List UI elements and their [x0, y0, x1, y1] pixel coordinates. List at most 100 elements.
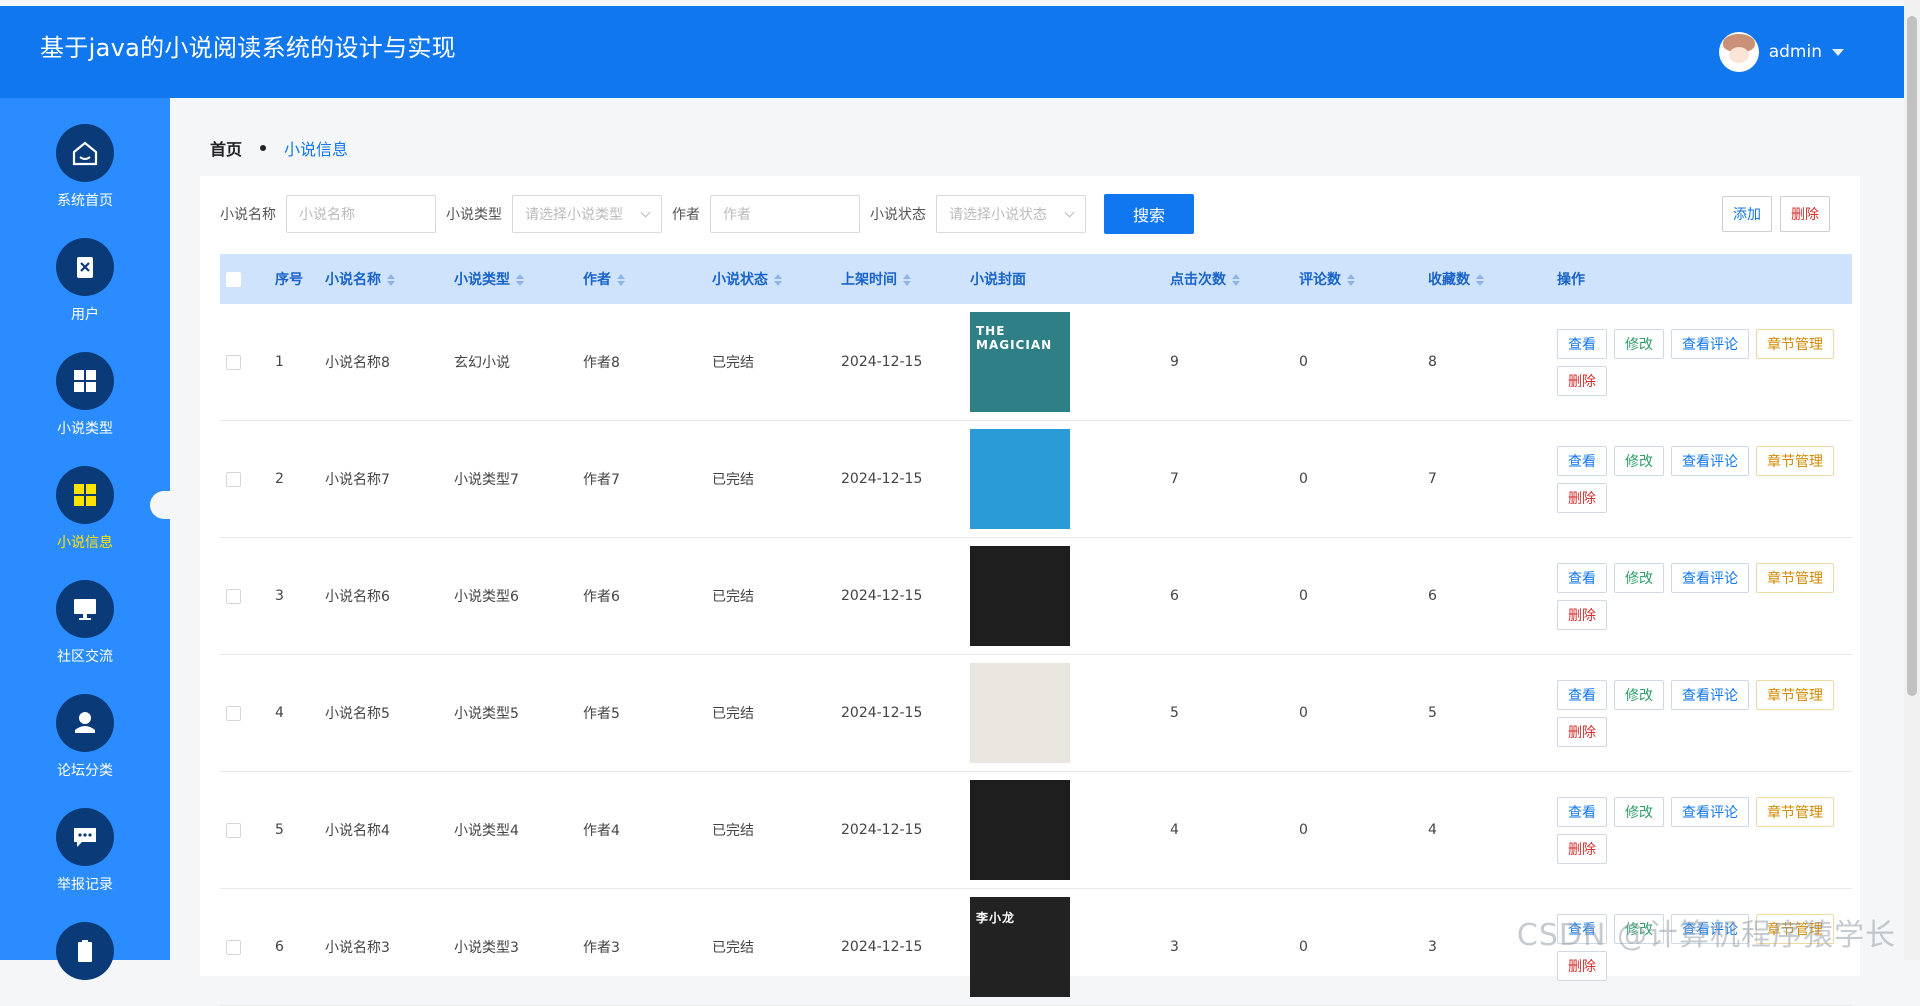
novel-name-input[interactable]: 小说名称 [286, 195, 436, 233]
edit-button[interactable]: 修改 [1614, 796, 1664, 827]
view-comments-button[interactable]: 查看评论 [1671, 679, 1749, 710]
sidebar-item-home[interactable]: 系统首页 [0, 124, 170, 210]
click-count: 5 [1170, 654, 1299, 772]
novel-name: 小说名称6 [325, 537, 454, 655]
filter-label-type: 小说类型 [446, 207, 502, 223]
novel-status-select[interactable]: 请选择小说状态 [936, 195, 1086, 233]
sidebar-item-label: 系统首页 [57, 193, 113, 209]
sort-icon[interactable] [387, 274, 395, 286]
row-index: 5 [275, 771, 325, 889]
select-all-checkbox[interactable] [226, 271, 241, 287]
comment-count: 0 [1299, 537, 1428, 655]
novel-author: 作者8 [583, 304, 712, 421]
comment-count: 0 [1299, 888, 1428, 1006]
sidebar-item-novel-info[interactable]: 小说信息 [0, 466, 170, 552]
row-checkbox[interactable] [226, 588, 241, 604]
sort-icon[interactable] [774, 274, 782, 286]
chevron-down-icon [1064, 207, 1075, 217]
sidebar-item-label: 小说类型 [57, 421, 113, 437]
column-header: 小说封面 [970, 272, 1026, 288]
table-header-row: 序号 小说名称 小说类型 作者 小说状态 上架时间 小说封面 点击次数 评论数 … [220, 254, 1852, 304]
comment-count: 0 [1299, 771, 1428, 889]
row-index: 4 [275, 654, 325, 772]
favorite-count: 7 [1428, 420, 1557, 538]
column-header[interactable]: 点击次数 [1170, 254, 1299, 304]
row-checkbox[interactable] [226, 705, 241, 721]
chapter-management-button[interactable]: 章节管理 [1756, 679, 1834, 710]
author-input[interactable]: 作者 [710, 195, 860, 233]
view-button[interactable]: 查看 [1557, 796, 1607, 827]
view-button[interactable]: 查看 [1557, 445, 1607, 476]
bulk-delete-button[interactable]: 删除 [1780, 196, 1830, 232]
chapter-management-button[interactable]: 章节管理 [1756, 328, 1834, 359]
sidebar-item-users[interactable]: 用户 [0, 238, 170, 324]
sort-icon[interactable] [1347, 274, 1355, 286]
listing-date: 2024-12-15 [841, 654, 970, 772]
delete-button[interactable]: 删除 [1557, 599, 1607, 630]
view-comments-button[interactable]: 查看评论 [1671, 796, 1749, 827]
view-comments-button[interactable]: 查看评论 [1671, 445, 1749, 476]
sort-icon[interactable] [617, 274, 625, 286]
sidebar-item-community[interactable]: 社区交流 [0, 580, 170, 666]
view-comments-button[interactable]: 查看评论 [1671, 562, 1749, 593]
sort-icon[interactable] [516, 274, 524, 286]
novel-table: 序号 小说名称 小说类型 作者 小说状态 上架时间 小说封面 点击次数 评论数 … [220, 254, 1852, 1006]
column-header[interactable]: 评论数 [1299, 254, 1428, 304]
page-scrollbar[interactable] [1904, 0, 1920, 960]
sidebar-item-novel-types[interactable]: 小说类型 [0, 352, 170, 438]
add-button[interactable]: 添加 [1722, 196, 1772, 232]
delete-button[interactable]: 删除 [1557, 365, 1607, 396]
view-button[interactable]: 查看 [1557, 679, 1607, 710]
click-count: 3 [1170, 888, 1299, 1006]
comment-count: 0 [1299, 420, 1428, 538]
cover-image [970, 780, 1070, 880]
chapter-management-button[interactable]: 章节管理 [1756, 562, 1834, 593]
listing-date: 2024-12-15 [841, 304, 970, 421]
user-menu[interactable]: admin [1718, 32, 1844, 72]
chevron-down-icon[interactable] [1832, 48, 1844, 56]
delete-button[interactable]: 删除 [1557, 833, 1607, 864]
search-button[interactable]: 搜索 [1104, 194, 1194, 234]
column-header: 序号 [275, 272, 303, 288]
novel-type-select[interactable]: 请选择小说类型 [512, 195, 662, 233]
novel-name: 小说名称7 [325, 420, 454, 538]
row-checkbox[interactable] [226, 939, 241, 955]
column-header[interactable]: 小说类型 [454, 254, 583, 304]
column-header[interactable]: 上架时间 [841, 254, 970, 304]
column-header[interactable]: 小说状态 [712, 254, 841, 304]
delete-button[interactable]: 删除 [1557, 716, 1607, 747]
edit-button[interactable]: 修改 [1614, 328, 1664, 359]
row-checkbox[interactable] [226, 822, 241, 838]
column-header[interactable]: 小说名称 [325, 254, 454, 304]
sort-icon[interactable] [903, 274, 911, 286]
home-icon [56, 124, 114, 182]
column-header[interactable]: 作者 [583, 254, 712, 304]
delete-button[interactable]: 删除 [1557, 950, 1607, 981]
sidebar-item-reports[interactable]: 举报记录 [0, 808, 170, 894]
edit-button[interactable]: 修改 [1614, 562, 1664, 593]
view-button[interactable]: 查看 [1557, 328, 1607, 359]
view-button[interactable]: 查看 [1557, 562, 1607, 593]
sidebar-item-more[interactable] [0, 922, 170, 980]
filter-label-status: 小说状态 [870, 207, 926, 223]
avatar[interactable] [1718, 32, 1759, 72]
chapter-management-button[interactable]: 章节管理 [1756, 796, 1834, 827]
cover-image [970, 546, 1070, 646]
row-checkbox[interactable] [226, 354, 241, 370]
sidebar-item-forum-category[interactable]: 论坛分类 [0, 694, 170, 780]
view-comments-button[interactable]: 查看评论 [1671, 328, 1749, 359]
novel-status: 已完结 [712, 420, 841, 538]
column-header[interactable]: 收藏数 [1428, 254, 1557, 304]
novel-panel: 小说名称 小说名称 小说类型 请选择小说类型 作者 作者 小说状态 请选择小说状… [200, 176, 1860, 1006]
row-checkbox[interactable] [226, 471, 241, 487]
chapter-management-button[interactable]: 章节管理 [1756, 445, 1834, 476]
edit-button[interactable]: 修改 [1614, 679, 1664, 710]
breadcrumb-home[interactable]: 首页 [210, 136, 242, 160]
delete-button[interactable]: 删除 [1557, 482, 1607, 513]
sort-icon[interactable] [1232, 274, 1240, 286]
scrollbar-thumb[interactable] [1907, 16, 1917, 696]
edit-button[interactable]: 修改 [1614, 445, 1664, 476]
username[interactable]: admin [1769, 42, 1822, 62]
chevron-down-icon [640, 207, 651, 217]
sort-icon[interactable] [1476, 274, 1484, 286]
